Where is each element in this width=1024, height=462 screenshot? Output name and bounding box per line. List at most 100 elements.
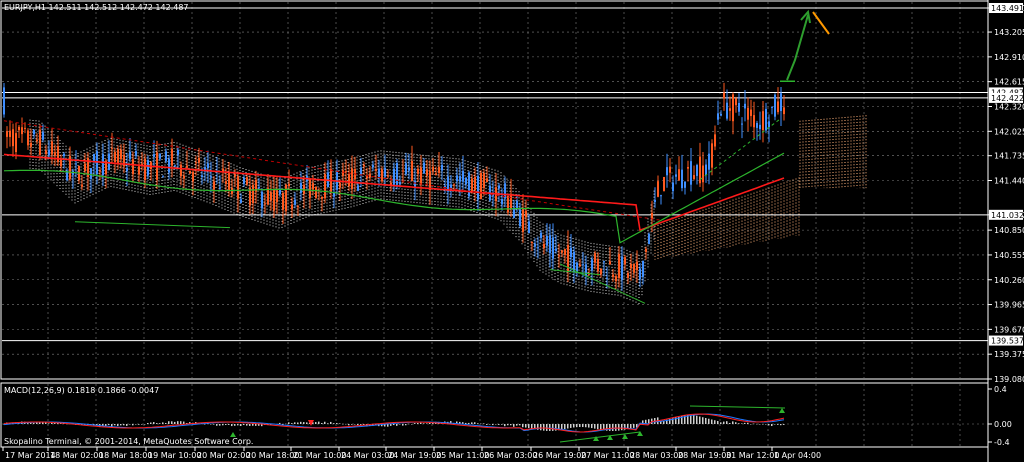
candle-body — [33, 129, 35, 135]
time-tick-label: 24 Mar 19:00 — [388, 451, 441, 460]
macd-histogram-bar — [252, 424, 254, 426]
copyright-text: Skopalino Terminal, © 2001-2014, MetaQuo… — [4, 437, 253, 446]
macd-histogram-bar — [510, 424, 512, 426]
candle-body — [663, 177, 665, 191]
candle-body — [138, 166, 140, 175]
price-tick-label: 140.260 — [994, 276, 1024, 285]
candle-body — [36, 139, 38, 142]
candle-body — [717, 113, 719, 120]
macd-histogram-bar — [504, 424, 506, 427]
candle-body — [765, 108, 767, 131]
candle-body — [195, 162, 197, 164]
candle-body — [135, 150, 137, 157]
candle-body — [561, 250, 563, 253]
macd-histogram-bar — [330, 421, 332, 424]
macd-histogram-bar — [588, 424, 590, 428]
candle-body — [738, 103, 740, 112]
candle-body — [453, 184, 455, 186]
candle-body — [42, 132, 44, 140]
macd-histogram-bar — [423, 423, 425, 424]
macd-histogram-bar — [579, 424, 581, 428]
candle-body — [198, 157, 200, 163]
candle-body — [465, 177, 467, 185]
macd-histogram-bar — [552, 424, 554, 431]
macd-histogram-bar — [171, 421, 173, 424]
macd-histogram-bar — [327, 423, 329, 424]
candle-body — [696, 165, 698, 176]
candle-body — [84, 163, 86, 171]
candle-body — [9, 130, 11, 137]
macd-histogram-bar — [699, 416, 701, 424]
candle-body — [165, 151, 167, 162]
price-tick-label: 142.910 — [994, 53, 1024, 62]
candle-body — [189, 170, 191, 174]
candle-body — [711, 143, 713, 168]
macd-histogram-bar — [48, 423, 50, 424]
candle-body — [702, 165, 704, 183]
macd-histogram-bar — [753, 423, 755, 425]
macd-histogram-bar — [318, 421, 320, 424]
macd-histogram-bar — [117, 424, 119, 426]
candle-body — [15, 133, 17, 153]
macd-tick-label: 0.00 — [994, 420, 1012, 429]
macd-histogram-bar — [408, 423, 410, 425]
macd-histogram-bar — [489, 424, 491, 425]
candle-body — [720, 113, 722, 116]
macd-histogram-bar — [324, 421, 326, 424]
macd-histogram-bar — [360, 424, 362, 425]
macd-histogram-bar — [477, 423, 479, 424]
candle-body — [420, 167, 422, 185]
macd-histogram-bar — [390, 424, 392, 426]
candle-body — [342, 170, 344, 176]
macd-histogram-bar — [291, 423, 293, 424]
macd-histogram-bar — [633, 424, 635, 428]
candle-body — [393, 168, 395, 185]
candle-body — [783, 107, 785, 115]
candle-body — [3, 87, 5, 115]
macd-histogram-bar — [567, 424, 569, 429]
candle-body — [168, 158, 170, 173]
time-tick-label: 18 Mar 18:00 — [99, 451, 152, 460]
candle-body — [582, 264, 584, 266]
candle-body — [405, 163, 407, 175]
macd-histogram-bar — [513, 424, 515, 427]
candle-body — [645, 248, 647, 252]
macd-histogram-bar — [219, 424, 221, 426]
candle-body — [357, 185, 359, 191]
symbol-header: EURJPY,H1 142.511 142.512 142.472 142.48… — [4, 3, 189, 12]
macd-histogram-bar — [762, 424, 764, 425]
price-tick-label: 141.735 — [994, 152, 1024, 161]
candle-body — [264, 203, 266, 205]
macd-histogram-bar — [783, 424, 785, 425]
candle-body — [30, 142, 32, 147]
candle-body — [585, 264, 587, 276]
candle-body — [240, 199, 242, 204]
candle-body — [543, 243, 545, 249]
macd-histogram-bar — [315, 422, 317, 424]
macd-histogram-bar — [765, 424, 767, 425]
macd-histogram-bar — [738, 423, 740, 424]
time-tick-label: 28 Mar 19:00 — [678, 451, 731, 460]
price-tick-label: 143.205 — [994, 28, 1024, 37]
candle-body — [687, 166, 689, 169]
macd-histogram-bar — [756, 423, 758, 425]
candle-body — [516, 200, 518, 209]
time-tick-label: 20 Mar 02:00 — [197, 451, 250, 460]
macd-histogram-bar — [498, 424, 500, 425]
candle-body — [312, 183, 314, 190]
trading-chart[interactable]: 143.491 143.205 142.910 142.615 142.320 142.0… — [0, 0, 1024, 462]
macd-histogram-bar — [243, 424, 245, 426]
macd-histogram-bar — [492, 424, 494, 426]
candle-body — [144, 158, 146, 180]
candle-body — [639, 268, 641, 280]
macd-histogram-bar — [705, 418, 707, 424]
candle-body — [234, 174, 236, 177]
candle-body — [75, 163, 77, 165]
candle-body — [693, 175, 695, 180]
candle-body — [714, 134, 716, 147]
macd-histogram-bar — [780, 424, 782, 426]
macd-histogram-bar — [531, 424, 533, 429]
candle-body — [387, 175, 389, 177]
macd-histogram-bar — [516, 424, 518, 426]
time-tick-label: 20 Mar 18:00 — [246, 451, 299, 460]
